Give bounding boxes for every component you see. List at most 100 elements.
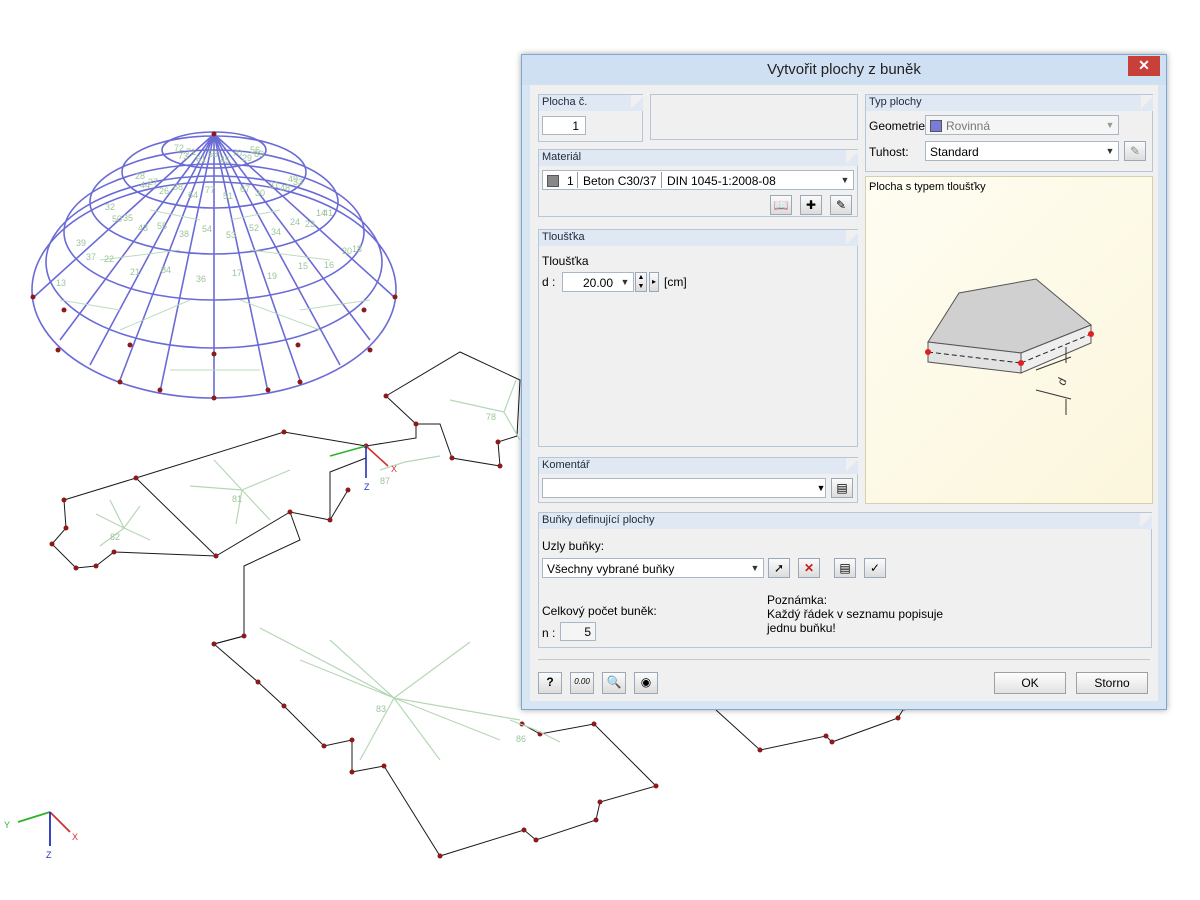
- dome-number-label: 50: [112, 214, 122, 224]
- surface-number-header: Plocha č.: [542, 96, 588, 108]
- units-icon[interactable]: 0.00: [570, 672, 594, 694]
- delete-icon[interactable]: ✕: [798, 558, 820, 578]
- plate-thickness-illustration: d: [925, 278, 1094, 415]
- surface-number-group: Plocha č. 1: [538, 94, 643, 142]
- select-cells-icon[interactable]: ➚: [768, 558, 790, 578]
- dome-number-label: 38: [179, 229, 189, 239]
- dome-number-label: 58: [208, 149, 218, 159]
- local-axis: [329, 445, 389, 478]
- help-icon[interactable]: ?: [538, 672, 562, 694]
- geometry-select[interactable]: Rovinná ▼: [925, 115, 1119, 135]
- axis-label-y: Y: [4, 820, 10, 830]
- cells-header: Buňky definující plochy: [542, 514, 655, 526]
- cell-label: 83: [376, 704, 386, 714]
- dome-number-label: 21: [130, 267, 140, 277]
- dome-number-label: 31: [269, 180, 279, 190]
- surface-type-group: Typ plochy Geometrie: Rovinná ▼ Tuhost: …: [865, 94, 1153, 172]
- cell-stars: [95, 379, 561, 761]
- material-select[interactable]: 1 Beton C30/37 DIN 1045-1:2008-08 ▼: [542, 170, 854, 190]
- comment-header: Komentář: [542, 459, 590, 471]
- axis-label-x: X: [72, 832, 78, 842]
- dome-number-label: 69: [254, 149, 264, 159]
- note-line-1: Každý řádek v seznamu popisuje: [767, 607, 944, 621]
- list-check-icon[interactable]: ✓: [864, 558, 886, 578]
- material-color-swatch: [547, 175, 559, 187]
- global-axis-icon: [17, 811, 71, 846]
- dome-number-label: 17: [232, 268, 242, 278]
- description-box: [650, 94, 858, 140]
- local-axis-label-z: Z: [364, 482, 370, 492]
- dome-number-label: 55: [157, 221, 167, 231]
- cancel-button[interactable]: Storno: [1076, 672, 1148, 694]
- chevron-down-icon[interactable]: ▼: [813, 478, 829, 498]
- dome-number-label: 68: [173, 182, 183, 192]
- info-icon[interactable]: 🔍: [602, 672, 626, 694]
- dome-number-label: 36: [196, 274, 206, 284]
- footer-separator: [538, 659, 1150, 660]
- dialog-titlebar[interactable]: Vytvořit plochy z buněk ✕: [522, 55, 1166, 85]
- chevron-down-icon[interactable]: ▼: [617, 273, 633, 291]
- cell-label: 78: [486, 412, 496, 422]
- cell-label: 87: [380, 476, 390, 486]
- create-surfaces-dialog: Vytvořit plochy z buněk ✕ Plocha č. 1 Ma…: [521, 54, 1167, 710]
- chevron-down-icon[interactable]: ▼: [1102, 116, 1118, 134]
- dialog-client: Plocha č. 1 Materiál 1 Beton C30/37 DIN …: [530, 85, 1158, 701]
- dome-number-label: 41: [323, 208, 333, 218]
- stiffness-select[interactable]: Standard ▼: [925, 141, 1119, 161]
- cells-group: Buňky definující plochy Uzly buňky: Všec…: [538, 512, 1152, 648]
- dome-number-label: 33: [293, 177, 303, 187]
- thickness-d-label: d :: [542, 275, 556, 289]
- dome-number-label: 26: [159, 186, 169, 196]
- thickness-dim-label: d: [1054, 376, 1069, 386]
- dome-number-label: 53: [226, 230, 236, 240]
- library-icon[interactable]: 📖: [770, 195, 792, 215]
- dome-number-label: 30: [255, 188, 265, 198]
- chevron-down-icon[interactable]: ▼: [747, 559, 763, 577]
- stiffness-edit-icon[interactable]: ✎: [1124, 141, 1146, 161]
- cell-nodes-label: Uzly buňky:: [542, 539, 605, 553]
- dome-number-label: 43: [138, 223, 148, 233]
- dome-number-label: 34: [271, 227, 281, 237]
- view-icon[interactable]: ◉: [634, 672, 658, 694]
- list-delete-icon[interactable]: ▤: [834, 558, 856, 578]
- dome-number-label: 37: [86, 252, 96, 262]
- thickness-sublabel: Tloušťka: [542, 254, 589, 268]
- stiffness-label: Tuhost:: [869, 145, 909, 159]
- thickness-d-field[interactable]: 20.00 ▼: [562, 272, 634, 292]
- dome-number-label: 20: [342, 246, 352, 256]
- thickness-header: Tloušťka: [542, 231, 585, 243]
- edit-material-icon[interactable]: ✎: [830, 195, 852, 215]
- dome-number-label: 70: [232, 148, 242, 158]
- ok-button[interactable]: OK: [994, 672, 1066, 694]
- dome-number-label: 54: [202, 224, 212, 234]
- cell-label: 82: [110, 532, 120, 542]
- chevron-down-icon[interactable]: ▼: [837, 171, 853, 189]
- dome-number-label: 19: [267, 271, 277, 281]
- material-number: 1: [567, 174, 574, 188]
- geometry-value: Rovinná: [946, 119, 991, 133]
- material-name: Beton C30/37: [583, 174, 657, 188]
- comment-list-icon[interactable]: ▤: [831, 478, 853, 498]
- spin-stepper[interactable]: ▲ ▼: [635, 272, 647, 292]
- dome-number-label: 16: [324, 260, 334, 270]
- note-line-2: jednu buňku!: [767, 621, 836, 635]
- axis-label-z: Z: [46, 850, 52, 860]
- n-label: n :: [542, 626, 556, 640]
- chevron-down-icon[interactable]: ▼: [1102, 142, 1118, 160]
- total-cells-label: Celkový počet buněk:: [542, 604, 657, 618]
- dome-number-label: 67: [240, 184, 250, 194]
- comment-field[interactable]: [542, 478, 826, 498]
- dome-wireframe: [31, 131, 397, 399]
- surface-number-field[interactable]: 1: [542, 116, 586, 135]
- new-material-icon[interactable]: ✚: [800, 195, 822, 215]
- cell-nodes-select[interactable]: Všechny vybrané buňky ▼: [542, 558, 764, 578]
- spin-extra-icon[interactable]: ▸: [649, 272, 659, 292]
- dome-number-label: 35: [123, 213, 133, 223]
- dome-number-label: 23: [305, 219, 315, 229]
- close-button[interactable]: ✕: [1128, 56, 1160, 76]
- comment-group: Komentář ▼ ▤: [538, 457, 858, 503]
- material-header: Materiál: [542, 151, 582, 163]
- preview-panel: Plocha s typem tloušťky d: [865, 176, 1153, 504]
- cell-labels: 78 81 82 83 86 87: [110, 412, 526, 744]
- geometry-label: Geometrie:: [869, 119, 929, 133]
